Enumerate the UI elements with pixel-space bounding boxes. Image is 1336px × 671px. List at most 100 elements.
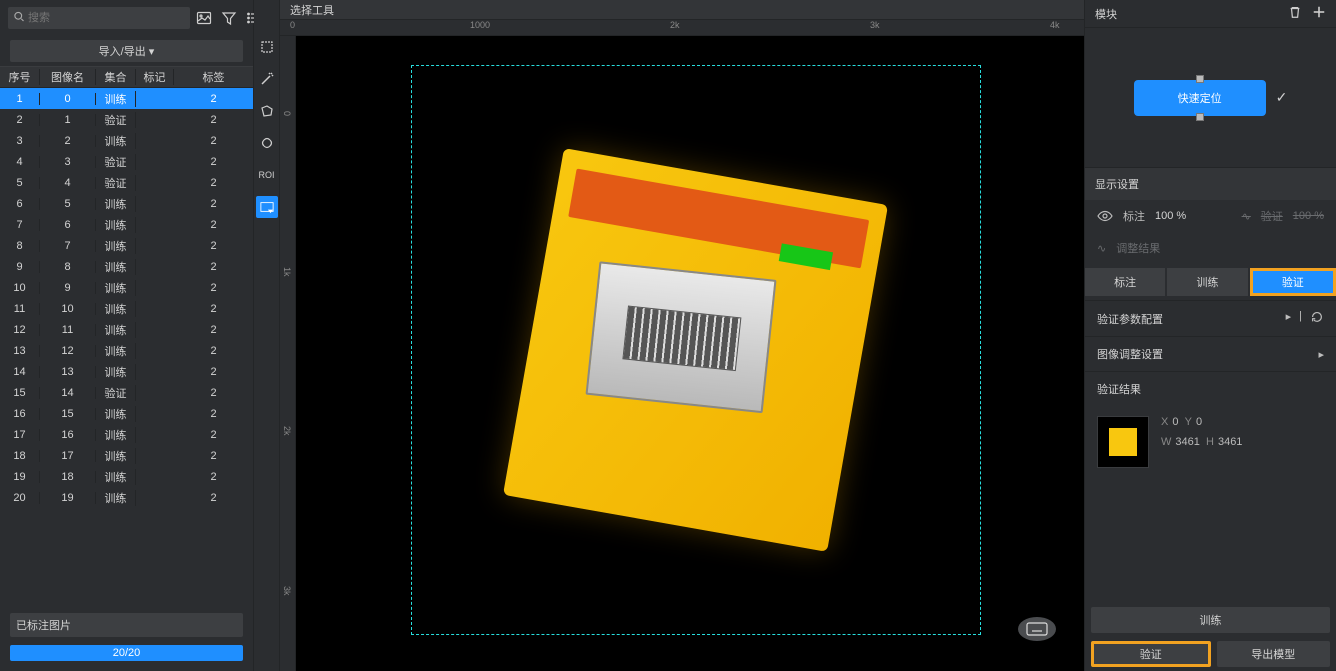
quick-locate-module[interactable]: 快速定位 [1134, 80, 1266, 116]
result-thumbnail[interactable] [1097, 416, 1149, 468]
cell-name: 4 [40, 177, 96, 189]
mode-tabs: 标注 训练 验证 [1085, 268, 1336, 296]
cell-index: 13 [0, 345, 40, 357]
table-row[interactable]: 32训练2 [0, 130, 253, 151]
table-row[interactable]: 1817训练2 [0, 445, 253, 466]
cell-set: 训练 [96, 490, 136, 506]
cell-index: 20 [0, 492, 40, 504]
cell-set: 验证 [96, 154, 136, 170]
cell-index: 5 [0, 177, 40, 189]
table-row[interactable]: 1413训练2 [0, 361, 253, 382]
annotation-label: 标注 [1123, 208, 1145, 224]
ruler-tick: 4k [1050, 20, 1060, 30]
add-icon[interactable] [1312, 5, 1326, 22]
table-row[interactable]: 1514验证2 [0, 382, 253, 403]
eye-icon[interactable] [1097, 208, 1113, 224]
cell-name: 0 [40, 93, 96, 105]
table-row[interactable]: 43验证2 [0, 151, 253, 172]
erase-tool-icon[interactable] [256, 132, 278, 154]
check-icon[interactable]: ✓ [1276, 89, 1288, 106]
cell-set: 训练 [96, 133, 136, 149]
result-y-label: Y [1185, 416, 1192, 428]
tab-annotation[interactable]: 标注 [1085, 268, 1165, 296]
cell-set: 训练 [96, 364, 136, 380]
table-row[interactable]: 2019训练2 [0, 487, 253, 508]
table-row[interactable]: 109训练2 [0, 277, 253, 298]
cell-tag: 2 [174, 177, 253, 189]
verify-result-label: 验证结果 [1097, 381, 1141, 397]
filter-icon[interactable] [221, 10, 237, 26]
module-port-bottom[interactable] [1196, 113, 1204, 121]
table-row[interactable]: 54验证2 [0, 172, 253, 193]
ruler-vertical: 01k2k3k [280, 36, 296, 671]
table-row[interactable]: 65训练2 [0, 193, 253, 214]
canvas[interactable] [296, 36, 1084, 671]
table-row[interactable]: 98训练2 [0, 256, 253, 277]
cell-name: 19 [40, 492, 96, 504]
wand-tool-icon[interactable] [256, 68, 278, 90]
cell-tag: 2 [174, 471, 253, 483]
table-row[interactable]: 10训练2 [0, 88, 253, 109]
tab-verify[interactable]: 验证 [1250, 268, 1336, 296]
cell-tag: 2 [174, 324, 253, 336]
cell-set: 训练 [96, 343, 136, 359]
selection-rectangle[interactable] [411, 65, 981, 635]
tab-train[interactable]: 训练 [1167, 268, 1247, 296]
result-w-label: W [1161, 436, 1171, 448]
cell-index: 18 [0, 450, 40, 462]
cell-tag: 2 [174, 135, 253, 147]
pointer-tool-icon[interactable] [256, 36, 278, 58]
cell-index: 14 [0, 366, 40, 378]
export-model-button[interactable]: 导出模型 [1217, 641, 1331, 667]
image-adjust-row[interactable]: 图像调整设置 ▸ [1085, 337, 1336, 371]
reset-icon[interactable] [1310, 310, 1324, 327]
adjust-result-label: 调整结果 [1116, 240, 1160, 256]
cell-set: 训练 [96, 322, 136, 338]
table-row[interactable]: 1716训练2 [0, 424, 253, 445]
search-input[interactable] [8, 7, 190, 29]
table-row[interactable]: 1918训练2 [0, 466, 253, 487]
display-settings-title: 显示设置 [1085, 168, 1336, 200]
delete-icon[interactable] [1288, 5, 1302, 22]
cell-name: 13 [40, 366, 96, 378]
col-header-tag[interactable]: 标签 [174, 69, 253, 85]
import-export-button[interactable]: 导入/导出 ▾ [10, 40, 243, 62]
cell-name: 18 [40, 471, 96, 483]
play-tool-icon[interactable] [256, 196, 278, 218]
result-w: 3461 [1175, 436, 1199, 448]
col-header-mark[interactable]: 标记 [136, 69, 174, 85]
cell-index: 7 [0, 219, 40, 231]
center-header: 选择工具 [280, 0, 1084, 20]
cell-index: 11 [0, 303, 40, 315]
col-header-set[interactable]: 集合 [96, 69, 136, 85]
cell-tag: 2 [174, 198, 253, 210]
table-row[interactable]: 1615训练2 [0, 403, 253, 424]
module-port-top[interactable] [1196, 75, 1204, 83]
verify-button[interactable]: 验证 [1091, 641, 1211, 667]
train-button[interactable]: 训练 [1091, 607, 1330, 633]
table-row[interactable]: 87训练2 [0, 235, 253, 256]
roi-tool[interactable]: ROI [256, 164, 278, 186]
module-header: 模块 [1085, 0, 1336, 28]
cell-index: 17 [0, 429, 40, 441]
table-row[interactable]: 1211训练2 [0, 319, 253, 340]
verify-dim-label: 验证 [1261, 208, 1283, 224]
image-icon[interactable] [196, 10, 212, 26]
table-row[interactable]: 76训练2 [0, 214, 253, 235]
col-header-name[interactable]: 图像名 [40, 69, 96, 85]
cell-index: 3 [0, 135, 40, 147]
cell-set: 训练 [96, 196, 136, 212]
col-header-index[interactable]: 序号 [0, 69, 40, 85]
verify-params-row[interactable]: 验证参数配置 ▸ | [1085, 301, 1336, 336]
table-row[interactable]: 1312训练2 [0, 340, 253, 361]
keyboard-icon[interactable] [1018, 617, 1056, 641]
canvas-panel: 选择工具 010002k3k4k 01k2k3k [280, 0, 1084, 671]
cell-name: 1 [40, 114, 96, 126]
cell-index: 6 [0, 198, 40, 210]
verify-opacity: 100 % [1293, 210, 1324, 222]
table-row[interactable]: 21验证2 [0, 109, 253, 130]
table-row[interactable]: 1110训练2 [0, 298, 253, 319]
polygon-tool-icon[interactable] [256, 100, 278, 122]
cell-name: 16 [40, 429, 96, 441]
cell-set: 训练 [96, 217, 136, 233]
